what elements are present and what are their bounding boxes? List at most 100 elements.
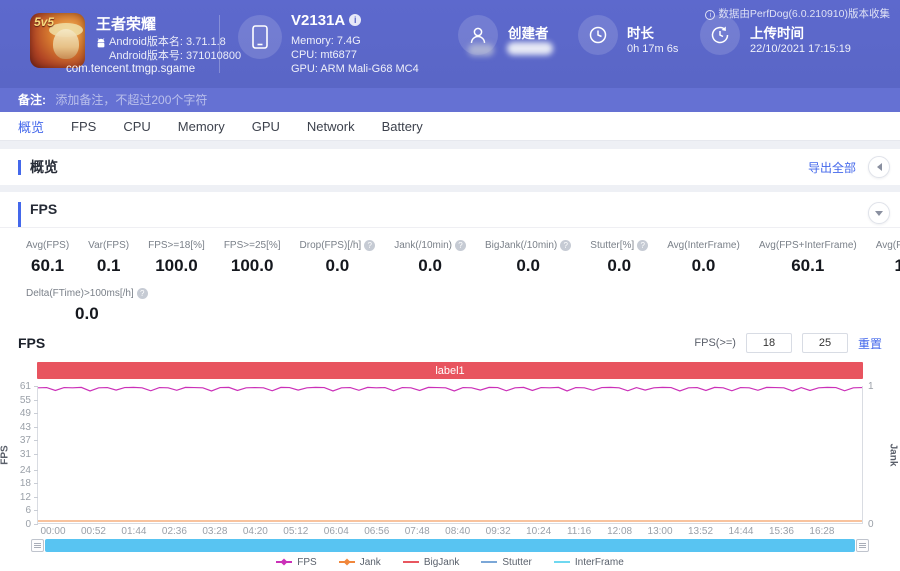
fps-threshold-input-2[interactable]: [801, 333, 848, 353]
help-icon[interactable]: ?: [637, 240, 649, 251]
fps-series-line: [38, 386, 862, 392]
scrollbar-right-handle[interactable]: [856, 539, 869, 552]
device-memory: Memory: 7.4G: [291, 35, 361, 47]
legend-label: FPS: [297, 556, 317, 568]
device-model: V2131A i: [291, 12, 362, 29]
y-axis-tick-left: 37: [19, 435, 31, 447]
help-icon[interactable]: ?: [364, 240, 376, 251]
metric-label: Avg(FTime)[ms]: [876, 240, 900, 251]
legend-marker-star-icon: [343, 558, 351, 566]
tab-memory[interactable]: Memory: [178, 119, 225, 134]
notes-bar[interactable]: 备注: 添加备注，不超过200个字符: [0, 88, 900, 112]
chart-range-scrollbar[interactable]: [31, 539, 869, 552]
metric-label-text: Var(FPS): [88, 240, 130, 251]
device-cpu: CPU: mt6877: [291, 49, 358, 61]
y-axis-tickmark: [34, 496, 38, 498]
metric-Delta(FTime)>100ms[/h]: Delta(FTime)>100ms[/h]? 0.0: [26, 288, 148, 324]
perfdog-version-note: i 数据由PerfDog(6.0.210910)版本收集: [705, 6, 890, 21]
metric-Avg(FPS+InterFrame): Avg(FPS+InterFrame) 60.1: [759, 240, 857, 276]
collapse-left-button[interactable]: [868, 156, 890, 178]
grip-icon: [34, 545, 41, 546]
metric-value: 0.0: [325, 256, 350, 275]
legend-item-bigjank[interactable]: BigJank: [402, 557, 459, 568]
y-axis-tickmark: [34, 453, 38, 455]
phone-icon: [238, 15, 282, 59]
device-gpu: GPU: ARM Mali-G68 MC4: [291, 63, 419, 75]
app-package: com.tencent.tmgp.sgame: [66, 63, 196, 75]
x-axis-tick: 13:52: [688, 526, 714, 537]
metric-label-text: Avg(FTime)[ms]: [875, 240, 900, 251]
tab-overview[interactable]: 概览: [18, 117, 44, 136]
y-axis-tickmark: [34, 440, 38, 442]
metric-label-text: BigJank(/10min): [485, 240, 558, 251]
y-axis-tick-left: 6: [25, 505, 31, 517]
metric-value: 0.0: [516, 256, 540, 275]
export-all-link[interactable]: 导出全部: [808, 159, 856, 176]
app-version-code: Android版本号: 371010800: [109, 50, 242, 62]
y-axis-tickmark: [34, 483, 38, 485]
y-axis-tick-left: 61: [19, 381, 31, 392]
tab-bar: 概览 FPS CPU Memory GPU Network Battery: [0, 112, 900, 141]
jank-legend-marker: [338, 558, 355, 566]
upload-time-label: 上传时间: [750, 26, 804, 41]
y-axis-tickmark: [34, 524, 38, 525]
metric-value: 16.6: [894, 256, 900, 275]
x-axis-tick: 16:28: [809, 526, 835, 537]
metric-label: Delta(FTime)>100ms[/h]?: [26, 288, 148, 299]
x-axis-tick: 14:44: [728, 526, 754, 537]
fps-threshold-input-1[interactable]: [745, 333, 792, 353]
scrollbar-left-handle[interactable]: [31, 539, 44, 552]
metric-label: FPS>=18[%]: [148, 240, 205, 251]
y-axis-tick-left: 55: [19, 394, 31, 406]
x-axis-tick: 01:44: [121, 526, 147, 537]
metric-label-text: Delta(FTime)>100ms[/h]: [26, 288, 134, 299]
tab-network[interactable]: Network: [307, 119, 355, 134]
legend-label: Stutter: [502, 556, 532, 568]
x-axis-tick: 09:32: [485, 526, 511, 537]
x-axis-tick: 05:12: [283, 526, 309, 537]
tab-battery[interactable]: Battery: [382, 119, 423, 134]
legend-item-fps[interactable]: FPS: [276, 556, 317, 568]
grip-icon: [859, 545, 866, 546]
y-axis-tickmark: [34, 399, 38, 401]
fps-section-header: FPS: [0, 192, 900, 228]
metric-label: Stutter[%]?: [590, 240, 649, 251]
y-axis-tick-right: 1: [868, 381, 874, 392]
x-axis-tick: 15:36: [768, 526, 794, 537]
x-axis-tick: 06:56: [364, 526, 390, 537]
legend-item-jank[interactable]: Jank: [338, 557, 381, 568]
legend-item-stutter[interactable]: Stutter: [481, 556, 532, 568]
chart-annotation-bar[interactable]: label1: [37, 362, 863, 379]
metric-label: Avg(FPS): [26, 240, 69, 251]
duration-value: 0h 17m 6s: [627, 43, 679, 55]
metric-label: Avg(InterFrame): [667, 240, 740, 251]
device-info-icon[interactable]: i: [349, 14, 362, 26]
fps-plot[interactable]: FPS Jank 61 55 49 43 37 31 24 18 12 6 0 1 0: [0, 381, 899, 530]
help-icon[interactable]: ?: [136, 288, 148, 299]
x-axis-tick: 00:52: [80, 526, 106, 537]
metric-label: FPS>=25[%]: [224, 240, 281, 251]
duration-label: 时长: [627, 26, 654, 41]
reset-link[interactable]: 重置: [858, 335, 882, 352]
metric-BigJank(/10min): BigJank(/10min)? 0.0: [485, 240, 572, 276]
x-axis-tick: 03:28: [202, 526, 228, 537]
metric-label-text: FPS>=18[%]: [148, 240, 205, 251]
metric-label-text: Avg(FPS+InterFrame): [758, 240, 857, 251]
chart-title-row: FPS FPS(>=) 重置: [18, 332, 882, 354]
info-outline-icon: i: [705, 10, 716, 20]
x-axis-tick: 08:40: [445, 526, 471, 537]
tab-cpu[interactable]: CPU: [123, 119, 150, 134]
annotation-label: label1: [435, 364, 465, 377]
metric-label: Jank(/10min)?: [394, 240, 467, 251]
x-axis-tick: 13:00: [647, 526, 673, 537]
fps-threshold-label: FPS(>=): [694, 337, 736, 349]
collapse-down-button[interactable]: [868, 202, 890, 224]
scrollbar-track[interactable]: [45, 539, 855, 552]
legend-item-interframe[interactable]: InterFrame: [553, 557, 624, 568]
help-icon[interactable]: ?: [560, 240, 572, 251]
x-axis-tick: 06:04: [323, 526, 349, 537]
duration-clock-icon: [578, 15, 618, 55]
tab-gpu[interactable]: GPU: [252, 119, 280, 134]
help-icon[interactable]: ?: [455, 240, 467, 251]
tab-fps[interactable]: FPS: [71, 119, 96, 134]
